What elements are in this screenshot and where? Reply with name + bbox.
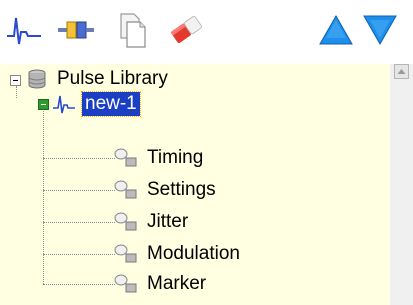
tree-connector	[43, 111, 44, 284]
toolbar	[0, 0, 413, 64]
move-down-button[interactable]	[358, 8, 402, 52]
pulse-waveform-icon	[7, 17, 41, 45]
pulse-library-tree[interactable]: Pulse Library new-1 Timing Settings Jitt…	[0, 64, 390, 305]
properties-node-icon	[114, 274, 137, 293]
new-pulse-button[interactable]	[2, 8, 46, 52]
tree-node-modulation[interactable]: Modulation	[112, 242, 243, 266]
tree-connector	[43, 222, 115, 223]
move-down-icon	[363, 15, 397, 46]
tree-node-label: Marker	[147, 273, 207, 294]
tree-connector	[43, 190, 115, 191]
tree-node-label: Settings	[147, 179, 216, 200]
tree-connector	[43, 284, 115, 285]
tree-node-marker[interactable]: Marker	[112, 272, 209, 296]
tree-node-label: Jitter	[147, 211, 189, 232]
copy-button[interactable]	[110, 8, 154, 52]
move-up-button[interactable]	[314, 8, 358, 52]
connector-icon	[58, 21, 94, 39]
tree-connector	[43, 158, 115, 159]
tree-node-label: new-1	[81, 91, 141, 117]
chevron-up-icon	[397, 69, 406, 74]
properties-node-icon	[114, 244, 137, 263]
tree-node-pulse-library[interactable]: Pulse Library	[26, 67, 171, 91]
root-collapse-toggle[interactable]	[10, 75, 21, 86]
tree-connector	[43, 254, 115, 255]
move-up-icon	[319, 14, 353, 45]
tree-node-label: Timing	[147, 147, 204, 168]
vertical-scrollbar[interactable]	[390, 64, 413, 305]
connector-button[interactable]	[54, 8, 98, 52]
tree-node-settings[interactable]: Settings	[112, 178, 219, 202]
clear-button[interactable]	[164, 8, 208, 52]
properties-node-icon	[114, 212, 137, 231]
tree-node-timing[interactable]: Timing	[112, 146, 206, 170]
tree-node-label: Pulse Library	[57, 68, 168, 89]
database-icon	[28, 69, 46, 89]
tree-node-label: Modulation	[147, 243, 240, 264]
eraser-icon	[170, 15, 203, 43]
pulse-waveform-icon	[53, 95, 75, 114]
properties-node-icon	[114, 180, 137, 199]
properties-node-icon	[114, 148, 137, 167]
copy-icon	[120, 13, 146, 48]
pulse-collapse-toggle[interactable]	[38, 99, 49, 110]
scroll-up-button[interactable]	[394, 64, 409, 79]
tree-node-new-1[interactable]: new-1	[52, 91, 141, 117]
tree-connector	[16, 86, 17, 98]
tree-node-jitter[interactable]: Jitter	[112, 210, 191, 234]
